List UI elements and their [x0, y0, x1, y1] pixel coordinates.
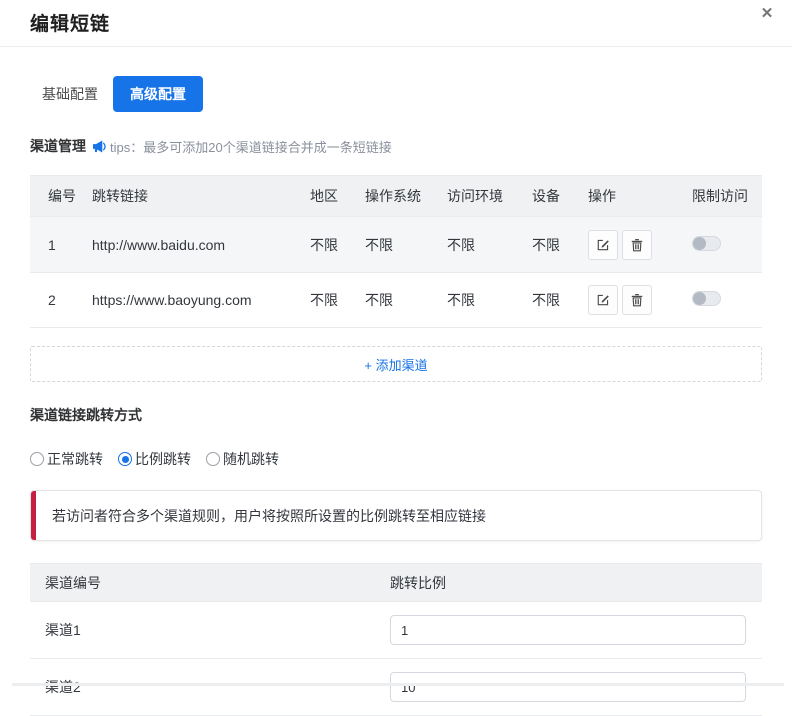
ratio-jump-alert: 若访问者符合多个渠道规则，用户将按照所设置的比例跳转至相应链接 [30, 490, 762, 541]
modal-header: 编辑短链 ✕ [0, 0, 792, 47]
edit-shortlink-modal: 编辑短链 ✕ 基础配置 高级配置 渠道管理 tips：最多可添加20个渠道链接合… [0, 0, 792, 686]
radio-label: 随机跳转 [223, 449, 279, 469]
row-os: 不限 [365, 235, 447, 255]
header-url: 跳转链接 [92, 186, 310, 206]
radio-icon [206, 452, 220, 466]
tab-basic-config[interactable]: 基础配置 [30, 76, 110, 112]
ratio-input-channel1[interactable] [390, 615, 746, 645]
edit-button[interactable] [588, 285, 618, 315]
header-restrict: 限制访问 [692, 186, 762, 206]
table-row: 1 http://www.baidu.com 不限 不限 不限 不限 [30, 217, 762, 273]
header-device: 设备 [532, 186, 588, 206]
row-device: 不限 [532, 235, 588, 255]
radio-label: 比例跳转 [135, 449, 191, 469]
row-region: 不限 [310, 290, 365, 310]
jump-mode-radio-group: 正常跳转 比例跳转 随机跳转 [30, 449, 762, 469]
ratio-row: 渠道1 [30, 602, 762, 659]
channel-table: 编号 跳转链接 地区 操作系统 访问环境 设备 操作 限制访问 1 http:/… [30, 175, 762, 328]
header-action: 操作 [588, 186, 692, 206]
row-env: 不限 [447, 235, 532, 255]
restrict-access-toggle[interactable] [692, 236, 721, 251]
trash-icon [630, 293, 644, 307]
row-device: 不限 [532, 290, 588, 310]
edit-button[interactable] [588, 230, 618, 260]
row-url: https://www.baoyung.com [92, 292, 310, 308]
table-row: 2 https://www.baoyung.com 不限 不限 不限 不限 [30, 273, 762, 328]
restrict-access-toggle[interactable] [692, 291, 721, 306]
radio-icon [30, 452, 44, 466]
ratio-table-header: 渠道编号 跳转比例 [30, 564, 762, 602]
radio-ratio-jump[interactable]: 比例跳转 [118, 449, 191, 469]
row-id: 1 [30, 237, 92, 253]
channel-management-label: 渠道管理 [30, 136, 86, 156]
row-env: 不限 [447, 290, 532, 310]
ratio-channel-label: 渠道1 [30, 620, 390, 640]
channel-table-header: 编号 跳转链接 地区 操作系统 访问环境 设备 操作 限制访问 [30, 176, 762, 217]
row-os: 不限 [365, 290, 447, 310]
jump-mode-label: 渠道链接跳转方式 [30, 405, 762, 425]
toggle-knob [693, 292, 706, 305]
row-actions [588, 285, 692, 315]
close-icon[interactable]: ✕ [756, 3, 778, 25]
header-region: 地区 [310, 186, 365, 206]
header-os: 操作系统 [365, 186, 447, 206]
add-channel-button[interactable]: + 添加渠道 [30, 346, 762, 382]
radio-label: 正常跳转 [47, 449, 103, 469]
modal-content: 基础配置 高级配置 渠道管理 tips：最多可添加20个渠道链接合并成一条短链接… [0, 76, 792, 716]
ratio-row: 渠道2 [30, 659, 762, 716]
radio-icon [118, 452, 132, 466]
header-env: 访问环境 [447, 186, 532, 206]
edit-icon [596, 293, 610, 307]
tab-advanced-config[interactable]: 高级配置 [113, 76, 203, 112]
channel-tips-text: tips：最多可添加20个渠道链接合并成一条短链接 [110, 137, 392, 156]
alert-text: 若访问者符合多个渠道规则，用户将按照所设置的比例跳转至相应链接 [52, 506, 486, 526]
alert-accent-bar [31, 491, 36, 540]
row-restrict [692, 291, 762, 309]
row-url: http://www.baidu.com [92, 237, 310, 253]
row-region: 不限 [310, 235, 365, 255]
megaphone-icon [92, 140, 107, 153]
ratio-channel-label: 渠道2 [30, 677, 390, 697]
radio-normal-jump[interactable]: 正常跳转 [30, 449, 103, 469]
row-actions [588, 230, 692, 260]
ratio-input-channel2[interactable] [390, 672, 746, 702]
config-tabs: 基础配置 高级配置 [30, 76, 762, 112]
delete-button[interactable] [622, 230, 652, 260]
row-id: 2 [30, 292, 92, 308]
toggle-knob [693, 237, 706, 250]
header-id: 编号 [30, 186, 92, 206]
row-restrict [692, 236, 762, 254]
ratio-table: 渠道编号 跳转比例 渠道1 渠道2 [30, 563, 762, 716]
edit-icon [596, 238, 610, 252]
radio-random-jump[interactable]: 随机跳转 [206, 449, 279, 469]
channel-management-header: 渠道管理 tips：最多可添加20个渠道链接合并成一条短链接 [30, 136, 762, 156]
trash-icon [630, 238, 644, 252]
modal-title: 编辑短链 [30, 9, 762, 36]
delete-button[interactable] [622, 285, 652, 315]
header-channel-id: 渠道编号 [30, 573, 390, 593]
header-jump-ratio: 跳转比例 [390, 573, 762, 593]
